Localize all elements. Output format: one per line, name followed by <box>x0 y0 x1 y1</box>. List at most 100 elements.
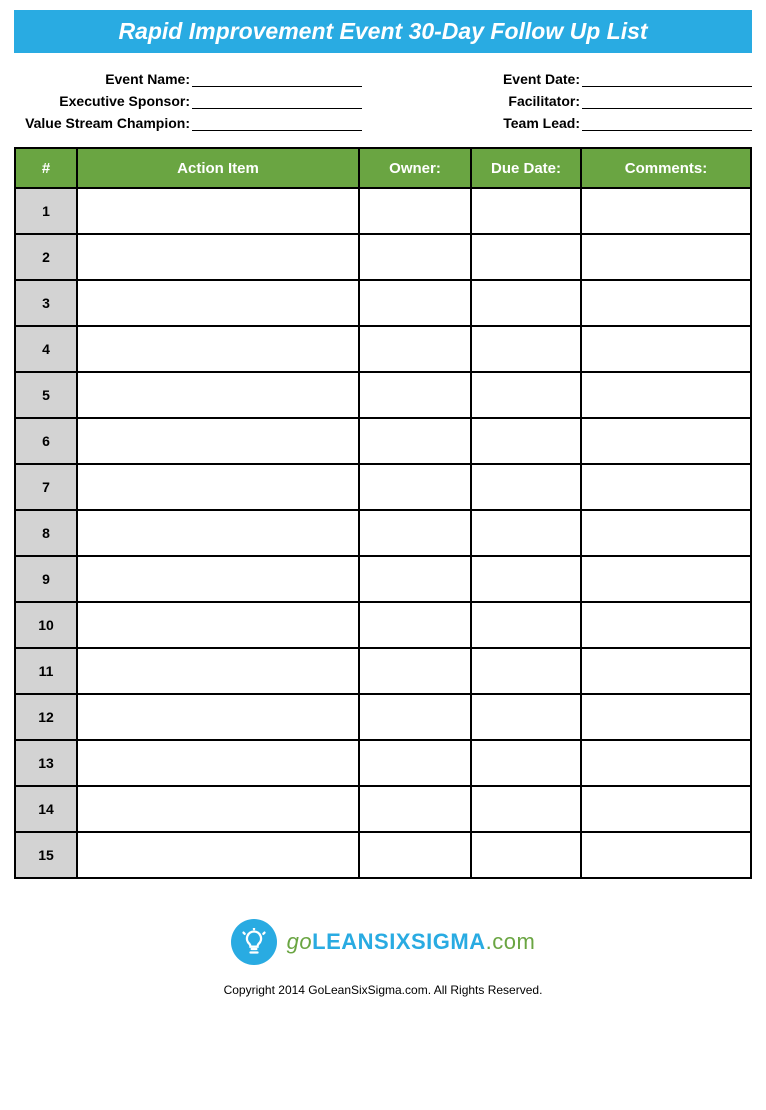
cell-owner[interactable] <box>359 786 471 832</box>
cell-due[interactable] <box>471 188 581 234</box>
cell-action[interactable] <box>77 510 359 556</box>
table-row: 6 <box>15 418 751 464</box>
meta-section: Event Name: Executive Sponsor: Value Str… <box>14 71 752 131</box>
cell-due[interactable] <box>471 602 581 648</box>
cell-owner[interactable] <box>359 464 471 510</box>
cell-owner[interactable] <box>359 326 471 372</box>
logo-word-lean: LEANSIXSIGMA <box>312 929 485 954</box>
table-row: 10 <box>15 602 751 648</box>
table-row: 11 <box>15 648 751 694</box>
cell-action[interactable] <box>77 832 359 878</box>
cell-action[interactable] <box>77 234 359 280</box>
cell-due[interactable] <box>471 832 581 878</box>
cell-number: 10 <box>15 602 77 648</box>
cell-action[interactable] <box>77 648 359 694</box>
logo: goLEANSIXSIGMA.com <box>231 919 536 965</box>
cell-comments[interactable] <box>581 234 751 280</box>
cell-due[interactable] <box>471 418 581 464</box>
cell-action[interactable] <box>77 786 359 832</box>
cell-action[interactable] <box>77 280 359 326</box>
cell-due[interactable] <box>471 510 581 556</box>
cell-comments[interactable] <box>581 280 751 326</box>
cell-due[interactable] <box>471 234 581 280</box>
cell-owner[interactable] <box>359 648 471 694</box>
table-row: 1 <box>15 188 751 234</box>
cell-due[interactable] <box>471 464 581 510</box>
table-row: 7 <box>15 464 751 510</box>
table-row: 15 <box>15 832 751 878</box>
cell-owner[interactable] <box>359 602 471 648</box>
lightbulb-icon <box>231 919 277 965</box>
cell-action[interactable] <box>77 740 359 786</box>
cell-action[interactable] <box>77 464 359 510</box>
cell-comments[interactable] <box>581 510 751 556</box>
cell-action[interactable] <box>77 556 359 602</box>
meta-row-team-lead: Team Lead: <box>442 115 752 131</box>
field-value-stream-champion[interactable] <box>192 115 362 131</box>
cell-owner[interactable] <box>359 510 471 556</box>
cell-action[interactable] <box>77 418 359 464</box>
table-row: 12 <box>15 694 751 740</box>
cell-comments[interactable] <box>581 602 751 648</box>
field-event-name[interactable] <box>192 71 362 87</box>
cell-owner[interactable] <box>359 832 471 878</box>
cell-due[interactable] <box>471 786 581 832</box>
table-row: 2 <box>15 234 751 280</box>
cell-comments[interactable] <box>581 464 751 510</box>
cell-number: 4 <box>15 326 77 372</box>
cell-comments[interactable] <box>581 372 751 418</box>
footer: goLEANSIXSIGMA.com Copyright 2014 GoLean… <box>14 919 752 997</box>
logo-text: goLEANSIXSIGMA.com <box>287 929 536 955</box>
cell-due[interactable] <box>471 556 581 602</box>
field-facilitator[interactable] <box>582 93 752 109</box>
cell-due[interactable] <box>471 694 581 740</box>
cell-owner[interactable] <box>359 694 471 740</box>
cell-owner[interactable] <box>359 372 471 418</box>
table-header-row: # Action Item Owner: Due Date: Comments: <box>15 148 751 188</box>
label-event-name: Event Name: <box>14 71 192 87</box>
cell-comments[interactable] <box>581 188 751 234</box>
cell-number: 3 <box>15 280 77 326</box>
cell-number: 6 <box>15 418 77 464</box>
cell-owner[interactable] <box>359 280 471 326</box>
cell-comments[interactable] <box>581 648 751 694</box>
cell-comments[interactable] <box>581 418 751 464</box>
cell-comments[interactable] <box>581 326 751 372</box>
cell-owner[interactable] <box>359 556 471 602</box>
cell-owner[interactable] <box>359 740 471 786</box>
table-body: 123456789101112131415 <box>15 188 751 878</box>
cell-action[interactable] <box>77 602 359 648</box>
cell-owner[interactable] <box>359 234 471 280</box>
meta-row-value-stream-champion: Value Stream Champion: <box>14 115 362 131</box>
cell-comments[interactable] <box>581 740 751 786</box>
cell-comments[interactable] <box>581 832 751 878</box>
field-executive-sponsor[interactable] <box>192 93 362 109</box>
cell-owner[interactable] <box>359 418 471 464</box>
label-value-stream-champion: Value Stream Champion: <box>14 115 192 131</box>
cell-number: 1 <box>15 188 77 234</box>
label-event-date: Event Date: <box>442 71 582 87</box>
field-team-lead[interactable] <box>582 115 752 131</box>
cell-due[interactable] <box>471 648 581 694</box>
page-title: Rapid Improvement Event 30-Day Follow Up… <box>14 10 752 53</box>
cell-action[interactable] <box>77 326 359 372</box>
cell-due[interactable] <box>471 372 581 418</box>
header-action-item: Action Item <box>77 148 359 188</box>
cell-action[interactable] <box>77 694 359 740</box>
cell-due[interactable] <box>471 740 581 786</box>
field-event-date[interactable] <box>582 71 752 87</box>
cell-comments[interactable] <box>581 556 751 602</box>
cell-number: 2 <box>15 234 77 280</box>
cell-due[interactable] <box>471 326 581 372</box>
cell-action[interactable] <box>77 188 359 234</box>
header-owner: Owner: <box>359 148 471 188</box>
cell-comments[interactable] <box>581 694 751 740</box>
cell-due[interactable] <box>471 280 581 326</box>
cell-action[interactable] <box>77 372 359 418</box>
cell-owner[interactable] <box>359 188 471 234</box>
table-row: 3 <box>15 280 751 326</box>
table-row: 9 <box>15 556 751 602</box>
label-team-lead: Team Lead: <box>442 115 582 131</box>
cell-comments[interactable] <box>581 786 751 832</box>
table-row: 5 <box>15 372 751 418</box>
